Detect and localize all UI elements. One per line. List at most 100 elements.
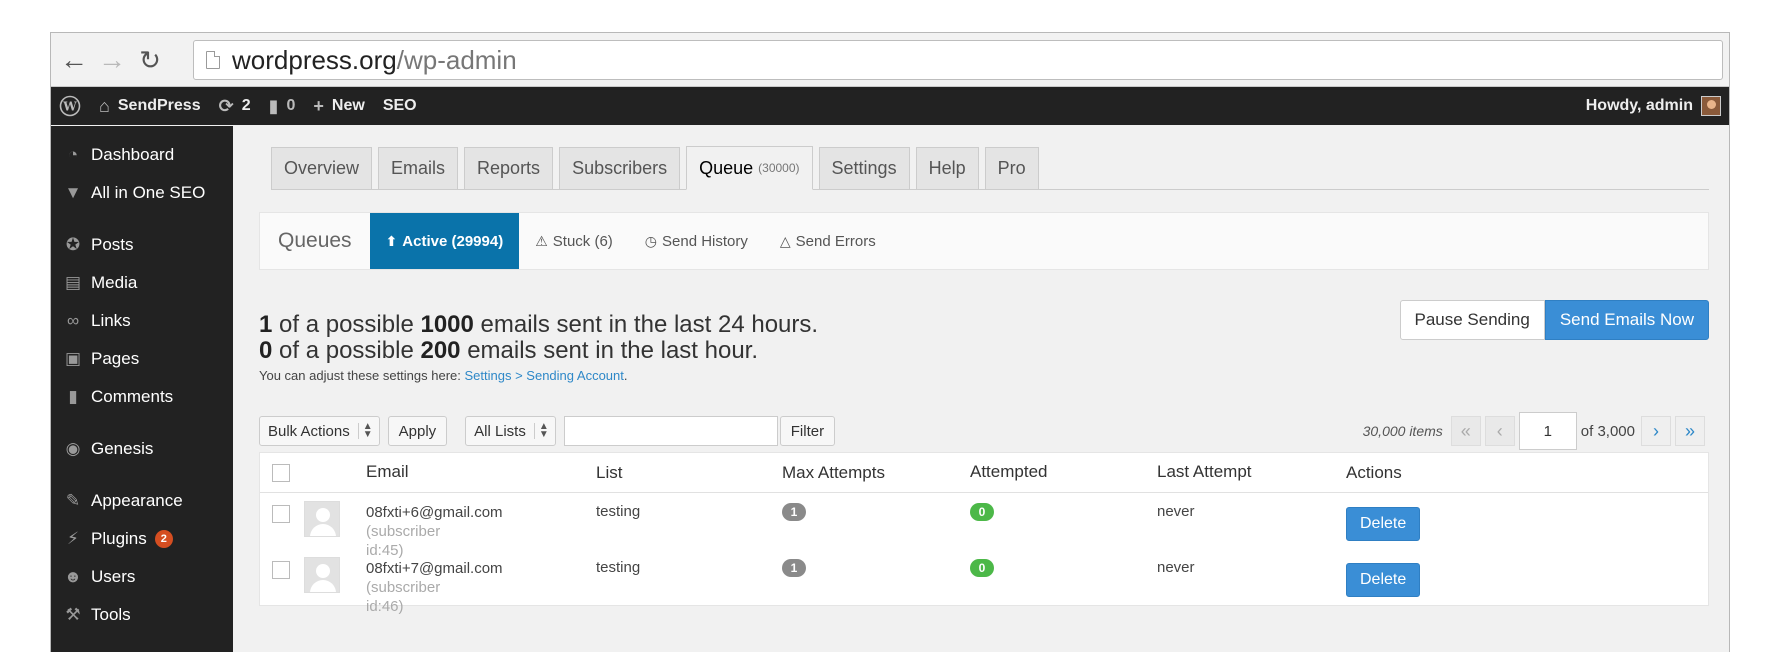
apply-button[interactable]: Apply bbox=[387, 416, 448, 446]
wp-admin-bar: W ⌂ SendPress ⟳ 2 ▮ 0 + New SEO Howdy, a… bbox=[51, 87, 1729, 125]
forward-arrow-icon[interactable]: → bbox=[95, 43, 129, 77]
home-icon: ⌂ bbox=[99, 95, 110, 116]
delete-button[interactable]: Delete bbox=[1346, 563, 1421, 597]
sidebar-item-label: Users bbox=[91, 567, 136, 586]
tab-emails[interactable]: Emails bbox=[378, 147, 459, 189]
subnav-send-history[interactable]: ◷ Send History bbox=[629, 213, 764, 269]
tab-queue[interactable]: Queue (30000) bbox=[686, 146, 813, 190]
col-actions: Actions bbox=[1346, 463, 1402, 482]
tab-subscribers[interactable]: Subscribers bbox=[559, 147, 681, 189]
tab-label: Queue bbox=[699, 157, 754, 178]
first-page-button[interactable]: « bbox=[1450, 416, 1481, 446]
sidebar-item-media[interactable]: ▤ Media bbox=[51, 264, 233, 302]
bulk-actions-select[interactable]: Bulk Actions ▲ ▼ bbox=[259, 416, 380, 446]
bulk-actions-value: Bulk Actions bbox=[268, 422, 350, 440]
adjust-text: You can adjust these settings here: bbox=[259, 368, 461, 383]
wordpress-logo-icon[interactable]: W bbox=[59, 95, 81, 117]
search-input[interactable] bbox=[563, 416, 778, 446]
account-menu[interactable]: Howdy, admin bbox=[1586, 87, 1721, 125]
select-arrows-icon: ▲ ▼ bbox=[357, 422, 373, 440]
col-max-attempts[interactable]: Max Attempts bbox=[782, 463, 885, 483]
last-attempt-cell: never bbox=[1157, 559, 1195, 576]
sidebar-item-all-in-one-seo[interactable]: ▼ All in One SEO bbox=[51, 174, 233, 212]
back-arrow-icon[interactable]: ← bbox=[57, 43, 91, 77]
genesis-icon: ◉ bbox=[65, 439, 81, 458]
col-email[interactable]: Email bbox=[366, 462, 409, 482]
tab-help[interactable]: Help bbox=[915, 147, 979, 189]
email-address: 08fxti+6@gmail.com bbox=[366, 504, 503, 521]
col-last-attempt[interactable]: Last Attempt bbox=[1157, 462, 1252, 482]
new-content-link[interactable]: + New bbox=[313, 96, 364, 117]
daily-tail: emails sent in the last 24 hours. bbox=[480, 311, 819, 338]
comment-bubble-icon: ▮ bbox=[268, 95, 279, 116]
send-emails-now-button[interactable]: Send Emails Now bbox=[1544, 300, 1709, 340]
sidebar-item-posts[interactable]: ✪ Posts bbox=[51, 226, 233, 264]
sidebar-item-label: Comments bbox=[91, 387, 174, 406]
tab-label: Pro bbox=[997, 158, 1026, 178]
delete-button[interactable]: Delete bbox=[1346, 507, 1421, 541]
hourly-stat: 0 of a possible 200 emails sent in the l… bbox=[259, 338, 1709, 364]
select-all-checkbox[interactable] bbox=[272, 464, 290, 482]
filter-button[interactable]: Filter bbox=[779, 416, 836, 446]
pause-sending-button[interactable]: Pause Sending bbox=[1399, 300, 1545, 340]
email-address: 08fxti+7@gmail.com bbox=[366, 560, 503, 577]
pagination: 30,000 items « ‹ 1 of 3,000 › » bbox=[1363, 412, 1709, 450]
sidebar-item-tools[interactable]: ⚒ Tools bbox=[51, 596, 233, 634]
sidebar-item-plugins[interactable]: ⚡ Plugins 2 bbox=[51, 520, 233, 558]
tab-overview[interactable]: Overview bbox=[271, 147, 373, 189]
sidebar-item-users[interactable]: ☻ Users bbox=[51, 558, 233, 596]
current-page-input[interactable]: 1 bbox=[1518, 412, 1577, 450]
howdy-label: Howdy, admin bbox=[1585, 97, 1693, 114]
row-checkbox[interactable] bbox=[272, 561, 290, 579]
hourly-sent: 0 bbox=[259, 337, 273, 364]
sidebar-item-label: Plugins bbox=[91, 529, 147, 548]
col-attempted[interactable]: Attempted bbox=[970, 462, 1048, 482]
sidebar-item-genesis[interactable]: ◉ Genesis bbox=[51, 430, 233, 468]
last-attempt-cell: never bbox=[1157, 503, 1195, 520]
tab-settings[interactable]: Settings bbox=[818, 147, 910, 189]
sidebar-item-links[interactable]: ∞ Links bbox=[51, 302, 233, 340]
list-filter-select[interactable]: All Lists ▲ ▼ bbox=[465, 416, 556, 446]
address-bar[interactable]: wordpress.org/wp-admin bbox=[193, 40, 1723, 80]
subnav-send-errors[interactable]: △ Send Errors bbox=[764, 213, 892, 269]
tab-label: Reports bbox=[477, 158, 541, 178]
sidebar-item-comments[interactable]: ▮ Comments bbox=[51, 378, 233, 416]
hourly-max: 200 bbox=[420, 337, 461, 364]
sending-account-link[interactable]: Settings > Sending Account bbox=[465, 368, 624, 383]
reload-icon[interactable]: ↻ bbox=[133, 43, 167, 77]
link-icon: ∞ bbox=[66, 311, 80, 330]
url-host: wordpress.org bbox=[232, 44, 397, 75]
queue-count: (30000) bbox=[758, 161, 800, 175]
upload-icon: ⬆ bbox=[385, 232, 398, 249]
updates-count: 2 bbox=[241, 97, 251, 114]
subscriber-avatar bbox=[304, 501, 340, 537]
plug-icon: ⚡ bbox=[67, 529, 79, 548]
daily-mid: of a possible bbox=[279, 311, 414, 338]
seo-menu-link[interactable]: SEO bbox=[383, 97, 417, 115]
list-cell: testing bbox=[596, 503, 641, 520]
site-name-link[interactable]: ⌂ SendPress bbox=[99, 96, 201, 117]
daily-sent: 1 bbox=[259, 311, 273, 338]
sidebar-item-dashboard[interactable]: ◔ Dashboard bbox=[51, 136, 233, 174]
daily-max: 1000 bbox=[420, 311, 474, 338]
sidebar-item-pages[interactable]: ▣ Pages bbox=[51, 340, 233, 378]
site-name-label: SendPress bbox=[117, 97, 201, 114]
next-page-button[interactable]: › bbox=[1641, 416, 1671, 446]
col-list[interactable]: List bbox=[596, 463, 622, 483]
sidebar-item-label: Appearance bbox=[91, 491, 183, 510]
updates-link[interactable]: ⟳ 2 bbox=[219, 96, 251, 117]
tab-pro[interactable]: Pro bbox=[984, 147, 1039, 189]
last-page-button[interactable]: » bbox=[1675, 416, 1705, 446]
prev-page-button[interactable]: ‹ bbox=[1484, 416, 1515, 446]
shield-icon: ▼ bbox=[64, 183, 82, 202]
tab-label: Help bbox=[928, 158, 966, 178]
clock-icon: ◷ bbox=[644, 232, 657, 249]
attempted-badge: 0 bbox=[970, 503, 994, 521]
tab-reports[interactable]: Reports bbox=[464, 147, 554, 189]
row-checkbox[interactable] bbox=[272, 505, 290, 523]
list-cell: testing bbox=[596, 559, 641, 576]
comments-link[interactable]: ▮ 0 bbox=[269, 96, 296, 117]
subnav-stuck[interactable]: ⚠ Stuck (6) bbox=[519, 213, 629, 269]
subnav-active[interactable]: ⬆ Active (29994) bbox=[369, 213, 520, 269]
sidebar-item-appearance[interactable]: ✎ Appearance bbox=[51, 482, 233, 520]
